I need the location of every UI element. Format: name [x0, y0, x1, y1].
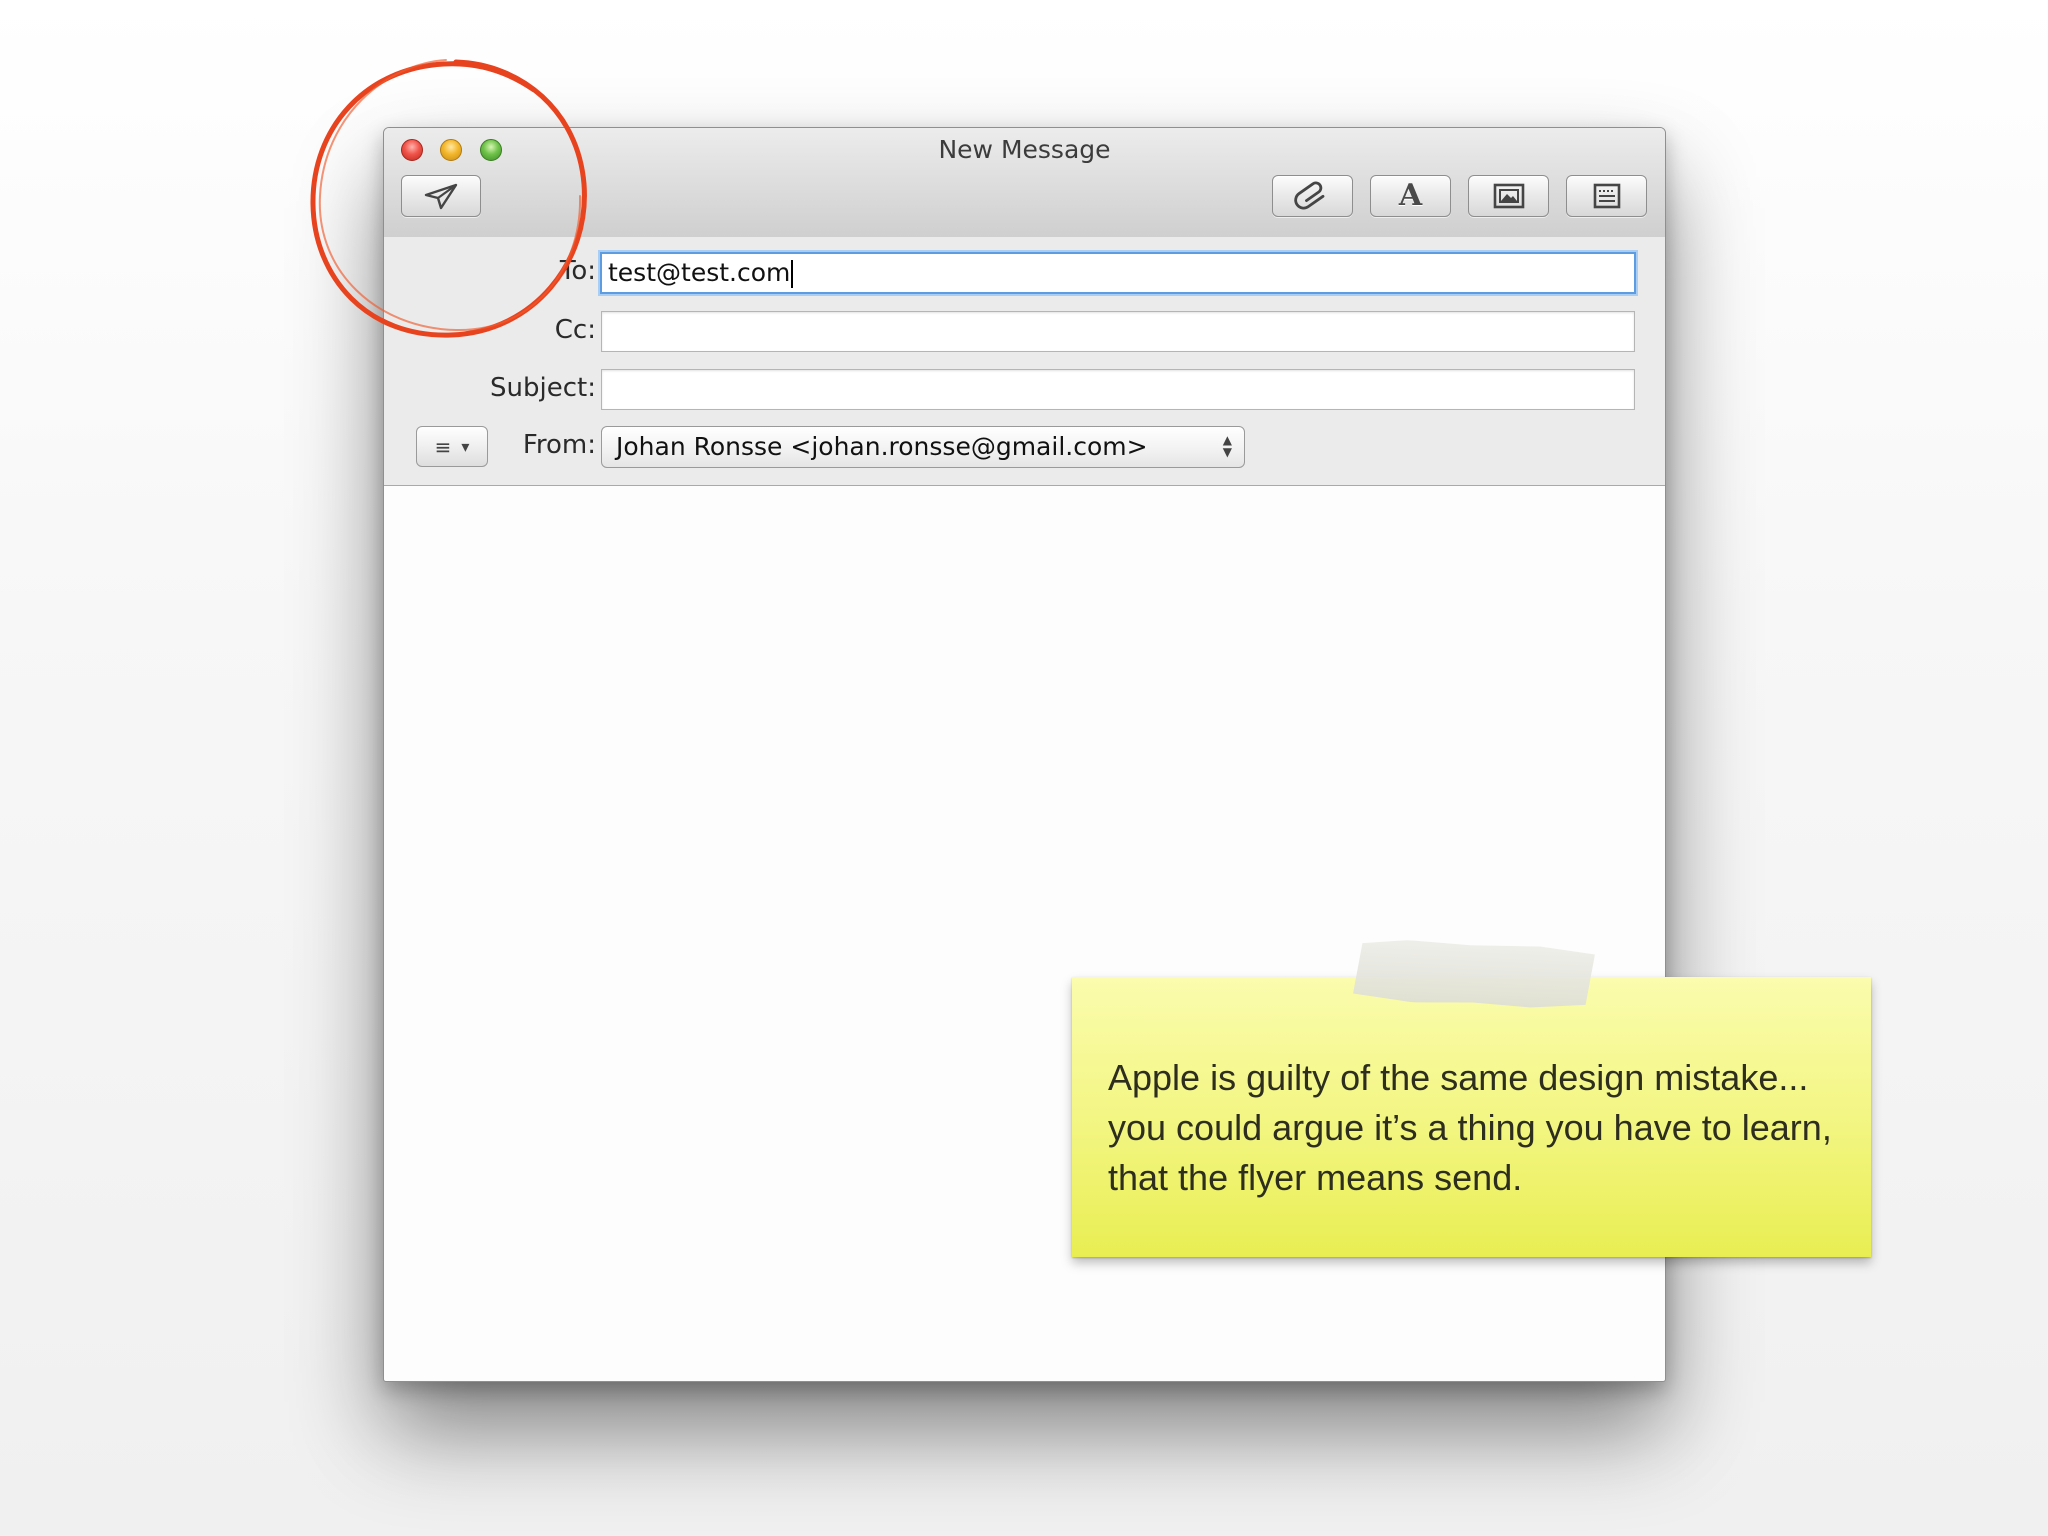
stationery-button[interactable] — [1566, 175, 1647, 217]
paperclip-icon — [1293, 181, 1324, 210]
cc-label: Cc: — [554, 315, 596, 345]
title-bar[interactable]: New Message A — [384, 128, 1665, 238]
to-field[interactable]: test@test.com — [600, 252, 1636, 294]
paper-plane-icon — [424, 183, 458, 210]
chevron-down-icon: ▾ — [461, 437, 470, 456]
to-value: test@test.com — [608, 258, 791, 287]
stationery-icon — [1593, 183, 1620, 209]
send-button[interactable] — [401, 175, 481, 217]
sticky-note: Apple is guilty of the same design mista… — [1072, 977, 1871, 1257]
to-label: To: — [559, 256, 596, 286]
photo-browser-button[interactable] — [1468, 175, 1549, 217]
fonts-button[interactable]: A — [1370, 175, 1451, 217]
subject-field[interactable] — [601, 369, 1635, 410]
note-text: Apple is guilty of the same design mista… — [1108, 1057, 1832, 1198]
from-select[interactable]: Johan Ronsse <johan.ronsse@gmail.com> ▲ ▼ — [601, 426, 1245, 468]
subject-label: Subject: — [490, 373, 596, 403]
text-caret — [791, 260, 794, 288]
cc-field[interactable] — [601, 311, 1635, 352]
fonts-icon: A — [1398, 178, 1423, 213]
format-menu-button[interactable]: ≡ ▾ — [416, 426, 488, 467]
from-label: From: — [522, 430, 596, 460]
select-arrows-icon: ▲ ▼ — [1222, 433, 1232, 459]
photo-browser-icon — [1493, 183, 1524, 209]
window-title: New Message — [938, 135, 1111, 164]
list-icon: ≡ — [434, 434, 452, 459]
from-value: Johan Ronsse <johan.ronsse@gmail.com> — [616, 432, 1148, 461]
attach-button[interactable] — [1272, 175, 1353, 217]
